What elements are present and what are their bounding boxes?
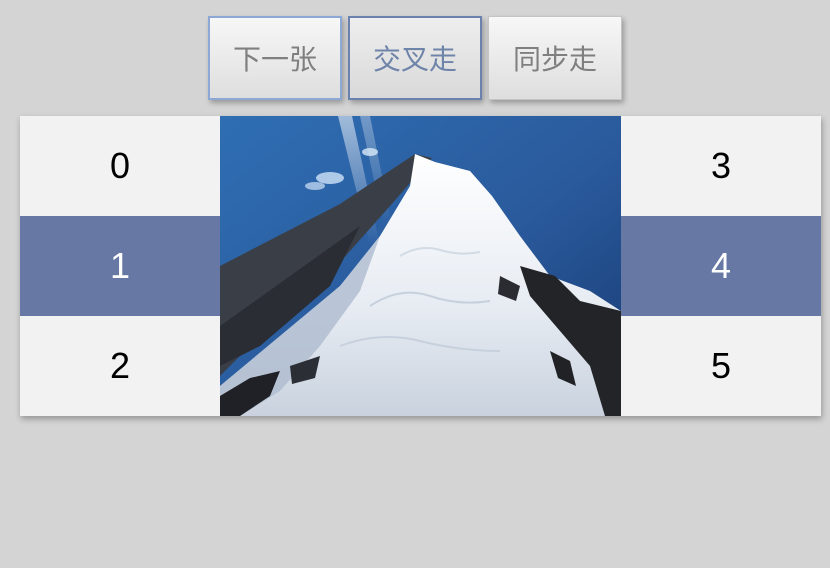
index-cell-1[interactable]: 1	[20, 216, 220, 316]
index-cell-0[interactable]: 0	[20, 116, 220, 216]
sync-walk-button[interactable]: 同步走	[488, 16, 622, 100]
mountain-photo	[220, 116, 621, 416]
index-cell-4[interactable]: 4	[621, 216, 821, 316]
index-cell-2[interactable]: 2	[20, 316, 220, 416]
next-button[interactable]: 下一张	[208, 16, 342, 100]
left-index-column: 0 1 2	[20, 116, 220, 416]
index-cell-5[interactable]: 5	[621, 316, 821, 416]
toolbar: 下一张 交叉走 同步走	[0, 16, 830, 100]
carousel: 0 1 2 3 4 5	[20, 116, 821, 416]
index-cell-3[interactable]: 3	[621, 116, 821, 216]
mountain-image	[220, 116, 621, 416]
right-index-column: 3 4 5	[621, 116, 821, 416]
cross-walk-button[interactable]: 交叉走	[348, 16, 482, 100]
